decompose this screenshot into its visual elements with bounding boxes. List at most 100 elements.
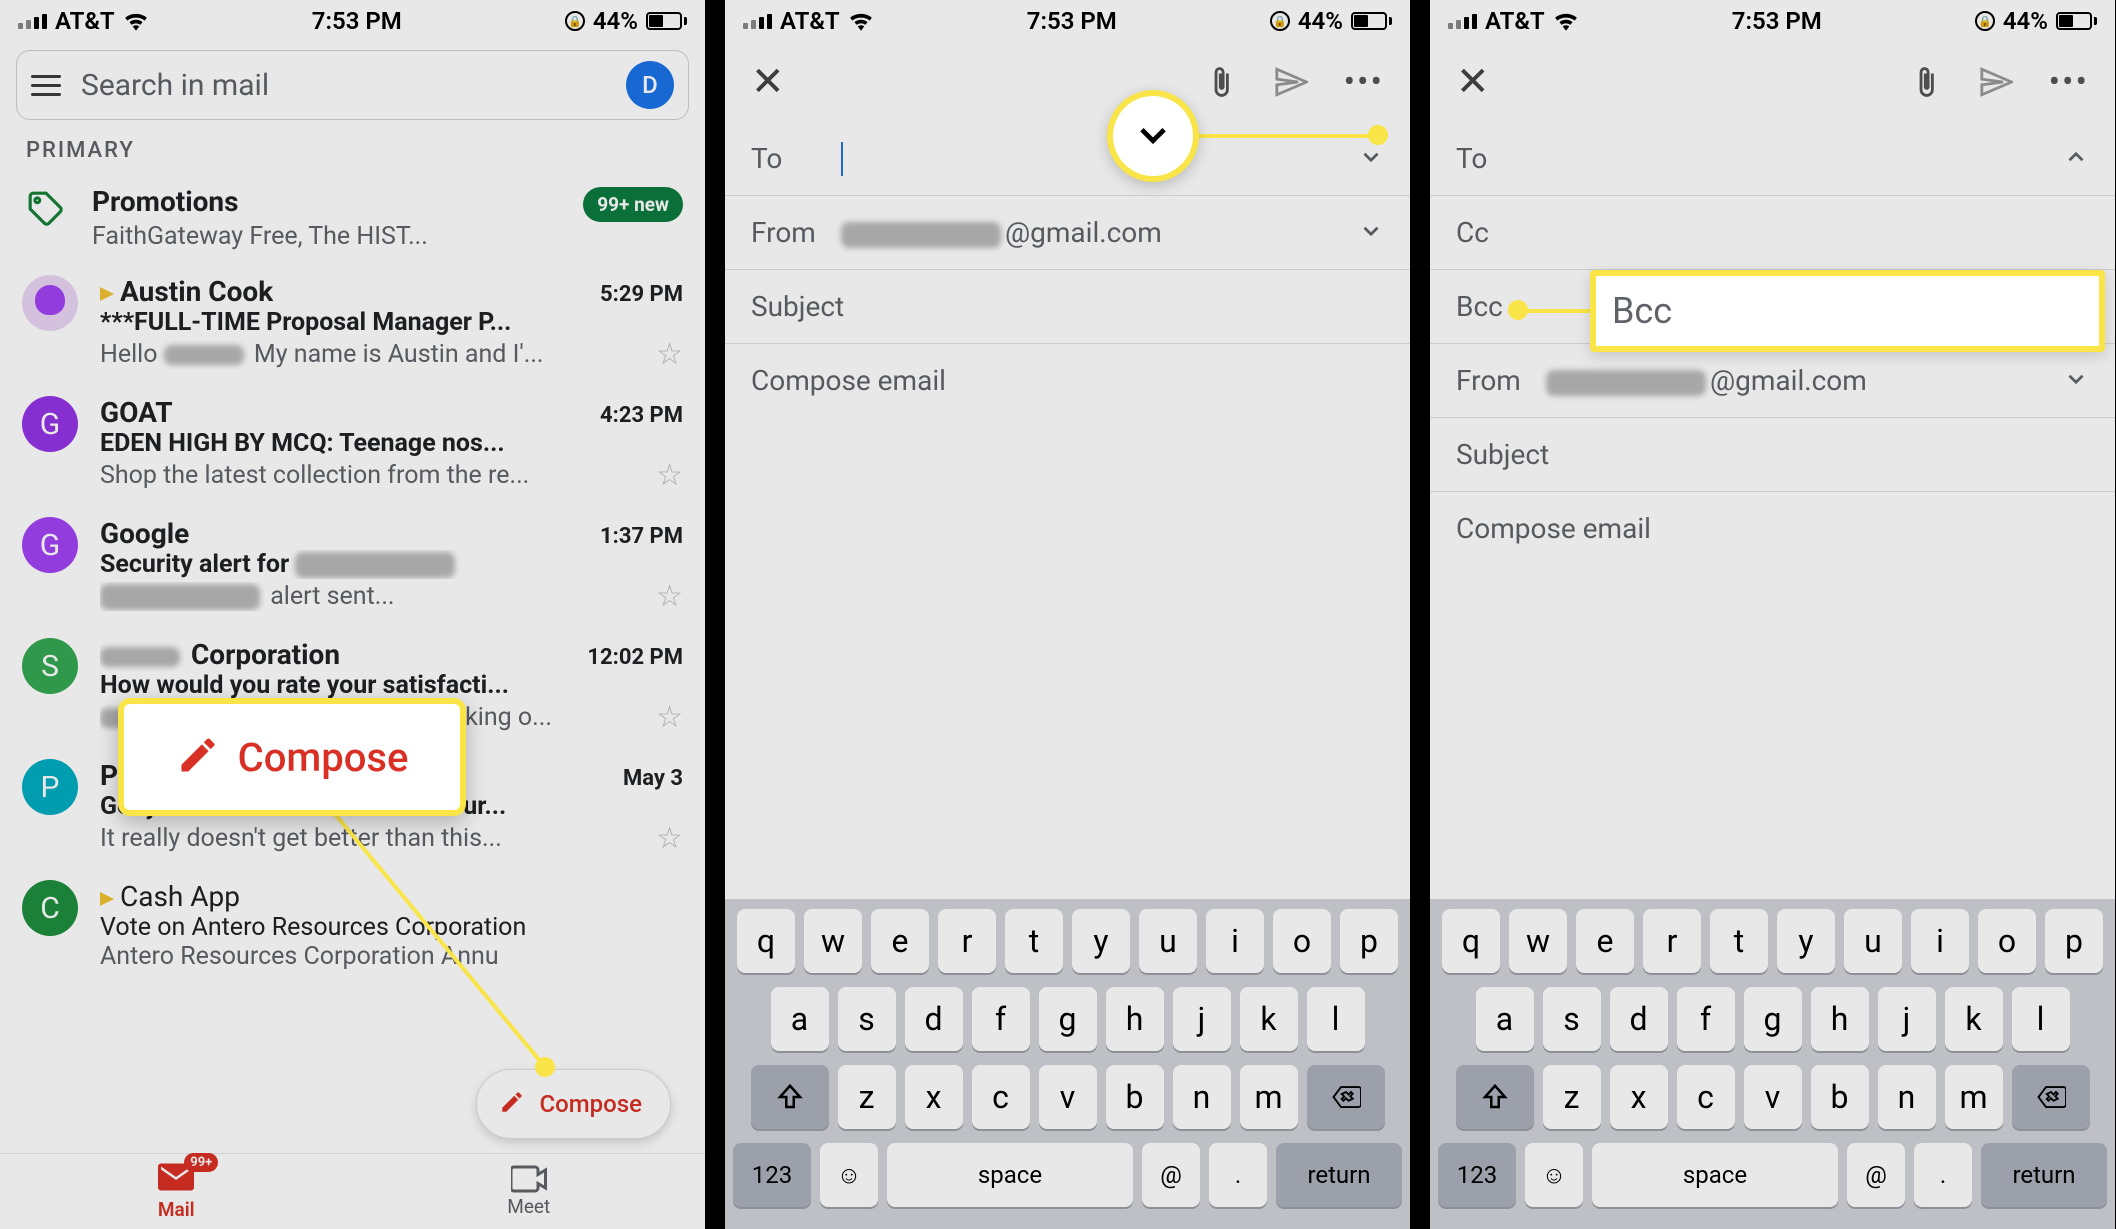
key-u[interactable]: u [1139,909,1197,973]
key-g[interactable]: g [1039,987,1097,1051]
to-field[interactable]: To [1430,122,2115,196]
key-a[interactable]: a [771,987,829,1051]
key-t[interactable]: t [1710,909,1768,973]
key-p[interactable]: p [1340,909,1398,973]
star-icon[interactable]: ☆ [656,579,683,614]
key-d[interactable]: d [1610,987,1668,1051]
dot-key[interactable]: . [1209,1143,1267,1207]
key-e[interactable]: e [1576,909,1634,973]
return-key[interactable]: return [1276,1143,1402,1207]
at-key[interactable]: @ [1847,1143,1905,1207]
key-m[interactable]: m [1945,1065,2003,1129]
backspace-key[interactable] [2012,1065,2090,1129]
emoji-key[interactable]: ☺ [820,1143,878,1207]
key-k[interactable]: k [1945,987,2003,1051]
key-l[interactable]: l [2012,987,2070,1051]
key-x[interactable]: x [1610,1065,1668,1129]
shift-key[interactable] [1456,1065,1534,1129]
key-c[interactable]: c [972,1065,1030,1129]
key-b[interactable]: b [1106,1065,1164,1129]
key-h[interactable]: h [1811,987,1869,1051]
numbers-key[interactable]: 123 [1438,1143,1516,1207]
key-v[interactable]: v [1039,1065,1097,1129]
message-row[interactable]: Austin Cook 5:29 PM ***FULL-TIME Proposa… [0,265,705,386]
send-icon[interactable] [1274,65,1308,99]
compose-body[interactable]: Compose email [1430,492,2115,565]
return-key[interactable]: return [1981,1143,2107,1207]
promotions-row[interactable]: Promotions 99+ new FaithGateway Free, Th… [0,175,705,265]
key-y[interactable]: y [1777,909,1835,973]
star-icon[interactable]: ☆ [656,700,683,735]
collapse-chevron[interactable] [2063,144,2089,174]
key-k[interactable]: k [1240,987,1298,1051]
key-x[interactable]: x [905,1065,963,1129]
key-f[interactable]: f [1677,987,1735,1051]
attach-icon[interactable] [1204,65,1238,99]
key-u[interactable]: u [1844,909,1902,973]
key-y[interactable]: y [1072,909,1130,973]
emoji-key[interactable]: ☺ [1525,1143,1583,1207]
key-o[interactable]: o [1273,909,1331,973]
more-icon[interactable]: ••• [2049,62,2089,102]
key-v[interactable]: v [1744,1065,1802,1129]
close-icon[interactable]: ✕ [751,62,785,102]
message-row[interactable]: G Google 1:37 PM Security alert for aler… [0,507,705,628]
key-s[interactable]: s [1543,987,1601,1051]
nav-meet[interactable]: Meet [353,1154,706,1229]
key-r[interactable]: r [938,909,996,973]
numbers-key[interactable]: 123 [733,1143,811,1207]
dot-key[interactable]: . [1914,1143,1972,1207]
nav-mail[interactable]: 99+ Mail [0,1154,353,1229]
backspace-key[interactable] [1307,1065,1385,1129]
ios-keyboard[interactable]: qwertyuiop asdfghjkl zxcvbnm 123 ☺ space… [725,899,1410,1229]
key-d[interactable]: d [905,987,963,1051]
menu-icon[interactable] [31,75,61,96]
message-row[interactable]: G GOAT 4:23 PM EDEN HIGH BY MCQ: Teenage… [0,386,705,507]
from-field[interactable]: From @gmail.com [1430,344,2115,418]
subject-field[interactable]: Subject [1430,418,2115,492]
cc-field[interactable]: Cc [1430,196,2115,270]
key-n[interactable]: n [1173,1065,1231,1129]
key-q[interactable]: q [737,909,795,973]
close-icon[interactable]: ✕ [1456,62,1490,102]
key-g[interactable]: g [1744,987,1802,1051]
star-icon[interactable]: ☆ [656,821,683,856]
compose-body[interactable]: Compose email [725,344,1410,417]
send-icon[interactable] [1979,65,2013,99]
key-m[interactable]: m [1240,1065,1298,1129]
key-j[interactable]: j [1878,987,1936,1051]
key-t[interactable]: t [1005,909,1063,973]
expand-chevron[interactable] [1358,144,1384,174]
space-key[interactable]: space [1592,1143,1838,1207]
from-chevron[interactable] [1358,218,1384,248]
key-i[interactable]: i [1911,909,1969,973]
star-icon[interactable]: ☆ [656,337,683,372]
key-z[interactable]: z [1543,1065,1601,1129]
account-avatar[interactable]: D [626,61,674,109]
star-icon[interactable]: ☆ [656,458,683,493]
space-key[interactable]: space [887,1143,1133,1207]
key-e[interactable]: e [871,909,929,973]
key-w[interactable]: w [804,909,862,973]
key-n[interactable]: n [1878,1065,1936,1129]
key-b[interactable]: b [1811,1065,1869,1129]
subject-field[interactable]: Subject [725,270,1410,344]
more-icon[interactable]: ••• [1344,62,1384,102]
key-z[interactable]: z [838,1065,896,1129]
key-p[interactable]: p [2045,909,2103,973]
key-h[interactable]: h [1106,987,1164,1051]
key-i[interactable]: i [1206,909,1264,973]
search-bar[interactable]: Search in mail D [16,50,689,120]
key-c[interactable]: c [1677,1065,1735,1129]
at-key[interactable]: @ [1142,1143,1200,1207]
key-l[interactable]: l [1307,987,1365,1051]
attach-icon[interactable] [1909,65,1943,99]
shift-key[interactable] [751,1065,829,1129]
from-field[interactable]: From @gmail.com [725,196,1410,270]
key-a[interactable]: a [1476,987,1534,1051]
key-f[interactable]: f [972,987,1030,1051]
key-w[interactable]: w [1509,909,1567,973]
from-chevron[interactable] [2063,366,2089,396]
key-s[interactable]: s [838,987,896,1051]
key-j[interactable]: j [1173,987,1231,1051]
